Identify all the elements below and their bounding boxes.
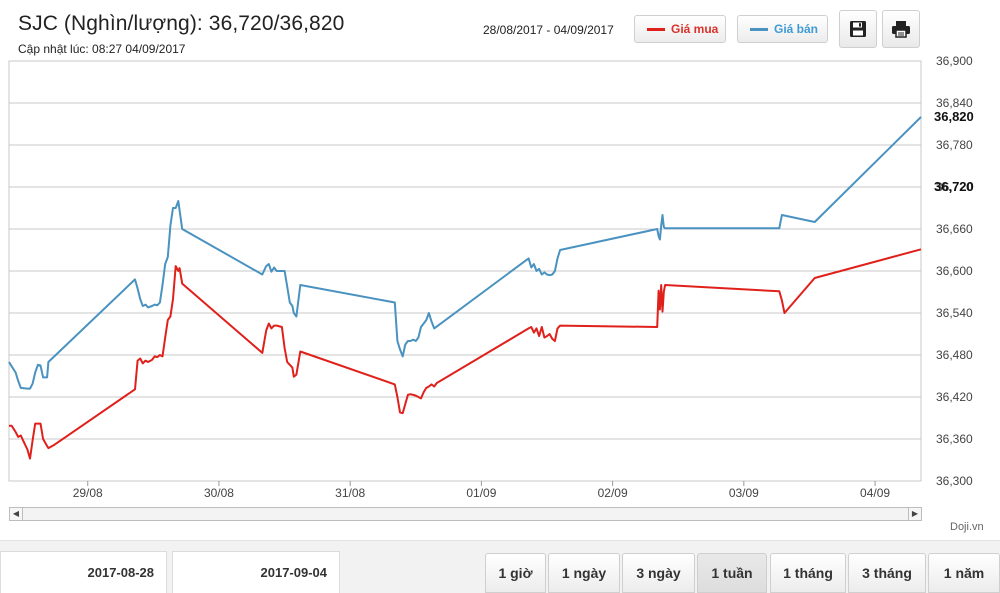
y-tick-label: 36,300 [936, 474, 973, 488]
y-tick-label: 36,660 [936, 222, 973, 236]
y-tick-label: 36,540 [936, 306, 973, 320]
current-value-label: 36,720 [934, 179, 974, 194]
period-button[interactable]: 3 tháng [848, 553, 926, 593]
y-tick-label: 36,480 [936, 348, 973, 362]
period-button[interactable]: 3 ngày [622, 553, 695, 593]
y-tick-label: 36,900 [936, 54, 973, 68]
x-tick-label: 03/09 [729, 486, 759, 500]
x-tick-label: 02/09 [598, 486, 628, 500]
x-tick-label: 29/08 [73, 486, 103, 500]
scroll-left-arrow-icon[interactable]: ◀ [9, 507, 23, 521]
x-axis-ticks: 29/08 30/08 31/08 01/09 02/09 03/09 04/09 [73, 481, 890, 500]
period-button[interactable]: 1 năm [928, 553, 1000, 593]
y-tick-label: 36,840 [936, 96, 973, 110]
period-button[interactable]: 1 giờ [485, 553, 546, 593]
y-tick-label: 36,780 [936, 138, 973, 152]
period-button[interactable]: 1 tuần [697, 553, 767, 593]
y-tick-label: 36,420 [936, 390, 973, 404]
period-button[interactable]: 1 ngày [548, 553, 620, 593]
scroll-right-arrow-icon[interactable]: ▶ [908, 507, 922, 521]
x-tick-label: 30/08 [204, 486, 234, 500]
price-chart: 29/08 30/08 31/08 01/09 02/09 03/09 04/09 36,3… [8, 54, 974, 500]
y-tick-label: 36,360 [936, 432, 973, 446]
y-tick-label: 36,600 [936, 264, 973, 278]
date-from-input[interactable]: 2017-08-28 [0, 551, 167, 593]
source-credit: Doji.vn [950, 521, 984, 533]
x-tick-label: 01/09 [466, 486, 496, 500]
period-button[interactable]: 1 tháng [770, 553, 846, 593]
date-to-input[interactable]: 2017-09-04 [172, 551, 340, 593]
x-tick-label: 31/08 [335, 486, 365, 500]
chart-scrollbar[interactable]: ◀ ▶ [9, 507, 922, 521]
x-tick-label: 04/09 [860, 486, 890, 500]
current-value-label: 36,820 [934, 109, 974, 124]
